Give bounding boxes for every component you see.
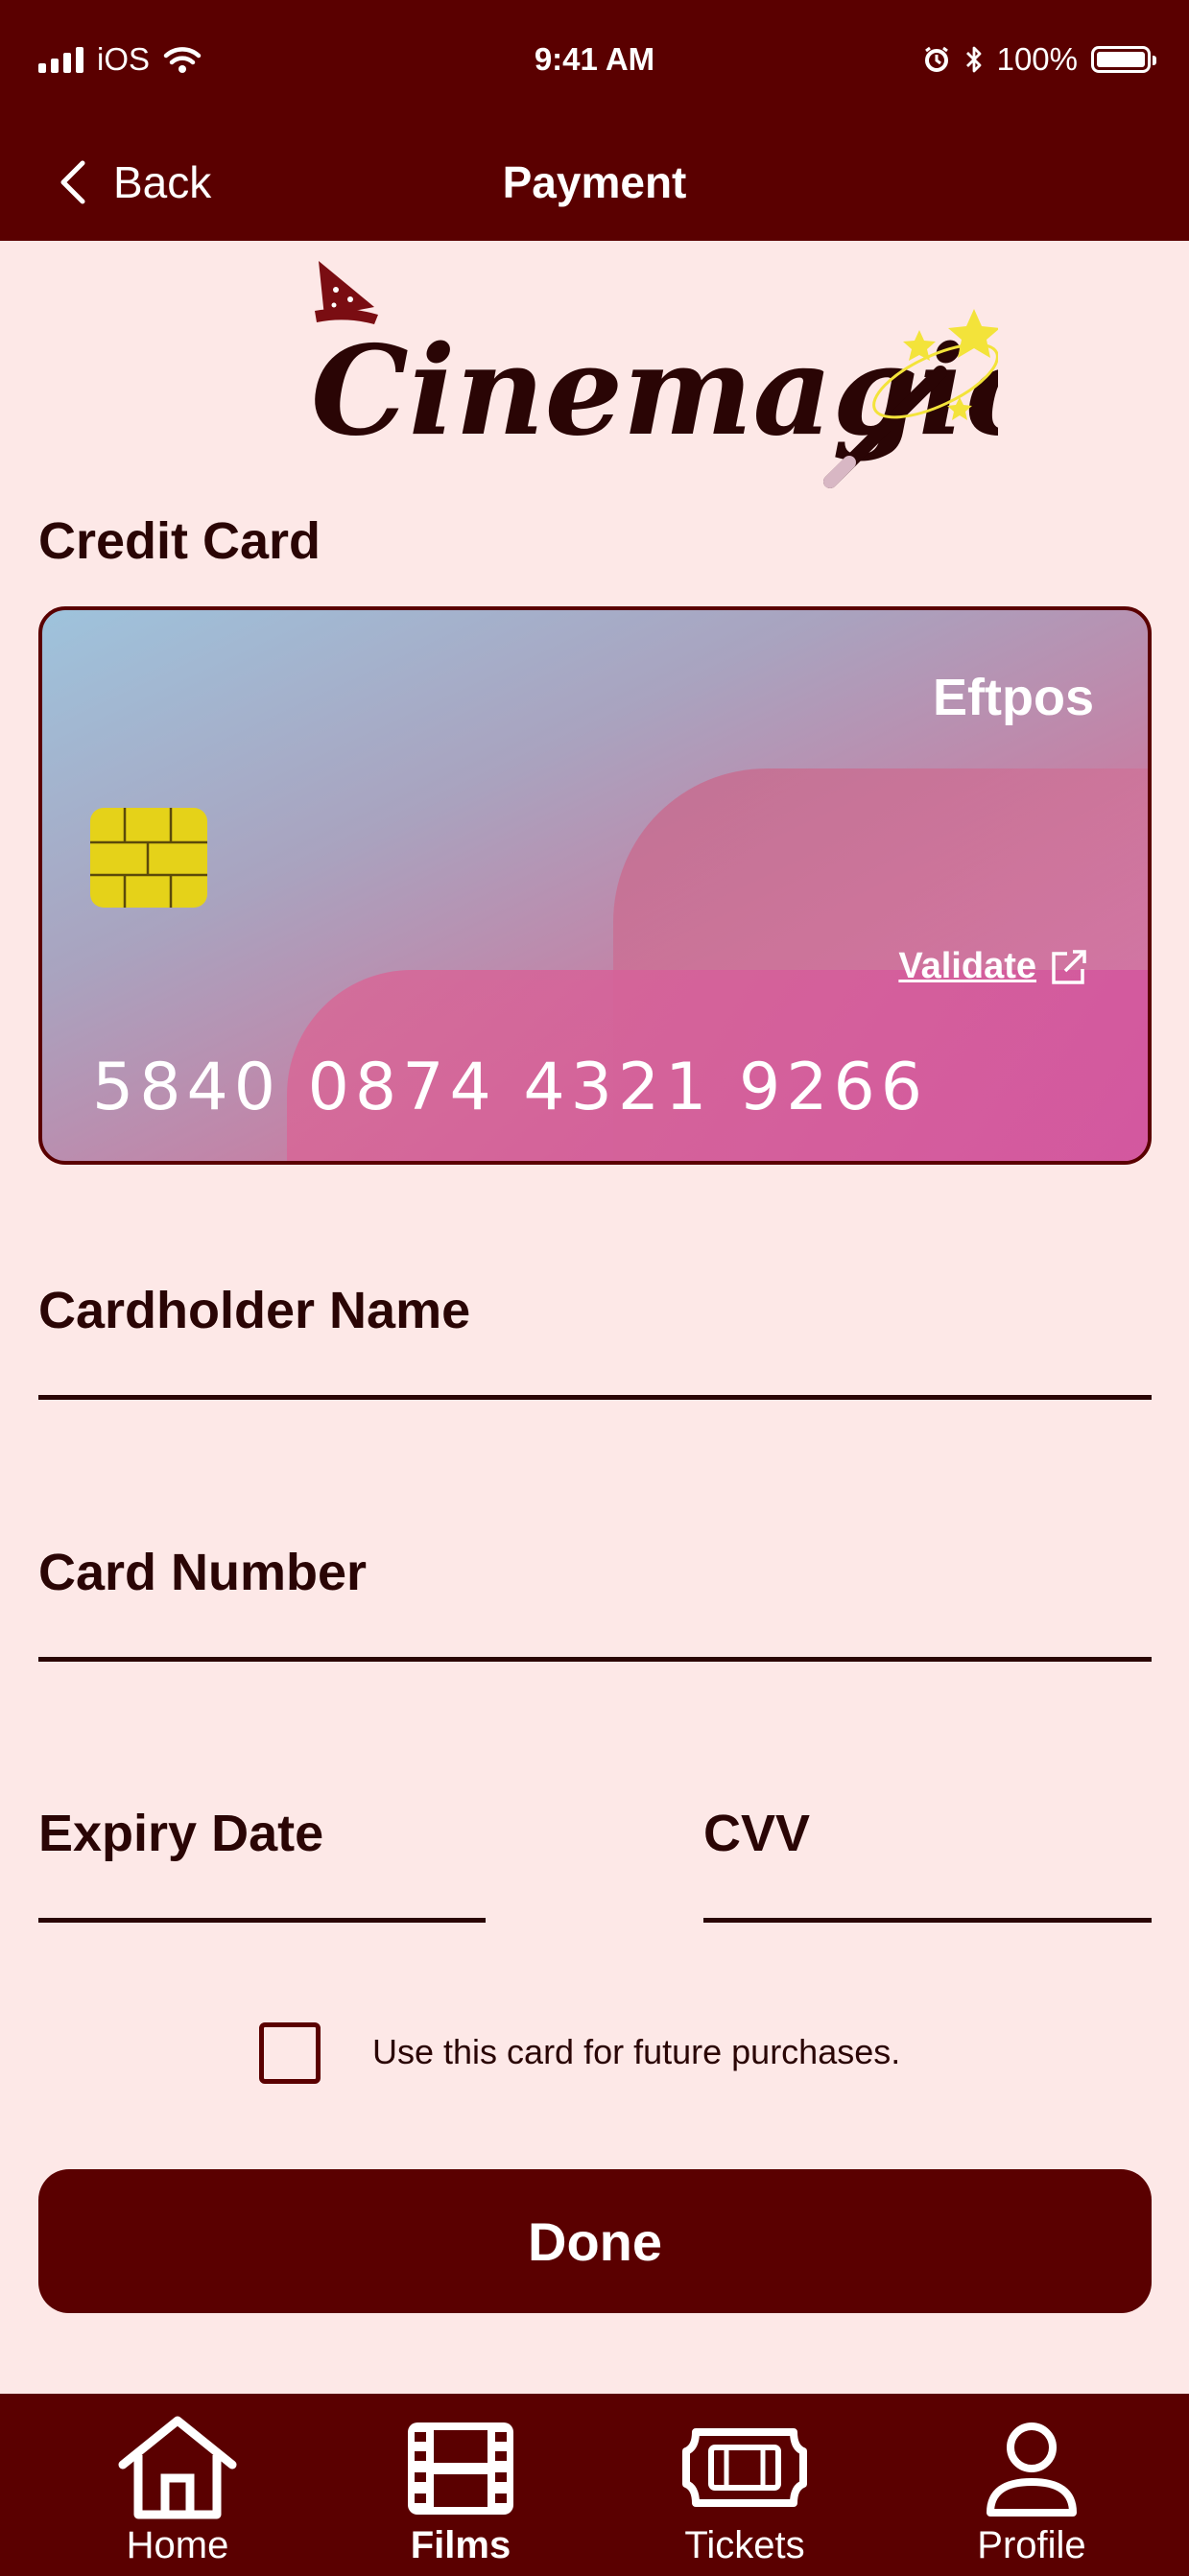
page-title: Payment — [502, 157, 687, 207]
alarm-icon — [924, 46, 948, 72]
tab-bar: Home Films Tickets Profile — [0, 2394, 1189, 2576]
tab-films-label: Films — [410, 2524, 511, 2566]
tab-tickets[interactable]: Tickets — [639, 2394, 850, 2576]
credit-card-preview: Eftpos Validate 5840 0874 4321 9266 — [38, 606, 1152, 1165]
validate-label: Validate — [898, 946, 1036, 986]
cardholder-name-label: Cardholder Name — [38, 1282, 471, 1339]
home-icon — [118, 2416, 237, 2519]
done-button[interactable]: Done — [38, 2169, 1152, 2313]
ticket-icon — [682, 2428, 807, 2507]
cvv-input[interactable] — [703, 1876, 1155, 1916]
validate-link[interactable]: Validate — [898, 946, 1088, 987]
svg-text:Cinemagic: Cinemagic — [311, 319, 998, 463]
tab-tickets-label: Tickets — [684, 2524, 805, 2566]
battery-percent: 100% — [996, 41, 1078, 77]
tab-profile-label: Profile — [977, 2524, 1086, 2566]
external-link-icon — [1052, 949, 1086, 984]
save-card-checkbox[interactable] — [259, 2022, 321, 2084]
cvv-underline — [703, 1918, 1152, 1923]
tab-home-label: Home — [126, 2524, 229, 2566]
cardholder-name-underline — [38, 1395, 1152, 1400]
tab-home[interactable]: Home — [72, 2394, 283, 2576]
chip-icon — [90, 808, 207, 908]
expiry-date-input[interactable] — [38, 1876, 489, 1916]
credit-card-heading: Credit Card — [38, 512, 321, 570]
bluetooth-icon — [965, 46, 981, 73]
card-number-input[interactable] — [38, 1615, 1155, 1655]
card-brand: Eftpos — [933, 669, 1094, 726]
film-icon — [408, 2422, 513, 2515]
card-number-label: Card Number — [38, 1544, 368, 1601]
expiry-date-label: Expiry Date — [38, 1805, 324, 1862]
profile-icon — [987, 2422, 1077, 2517]
cvv-label: CVV — [703, 1805, 811, 1862]
cinemagic-logo: Cinemagic — [311, 261, 998, 488]
save-card-label: Use this card for future purchases. — [372, 2032, 901, 2071]
status-bar-right: 100% — [922, 36, 1156, 83]
tab-films[interactable]: Films — [355, 2394, 566, 2576]
battery-icon — [1091, 46, 1156, 73]
expiry-date-underline — [38, 1918, 486, 1923]
cardholder-name-input[interactable] — [38, 1353, 1155, 1393]
card-number-display: 5840 0874 4321 9266 — [92, 1050, 929, 1125]
tab-profile[interactable]: Profile — [926, 2394, 1137, 2576]
card-number-underline — [38, 1657, 1152, 1662]
